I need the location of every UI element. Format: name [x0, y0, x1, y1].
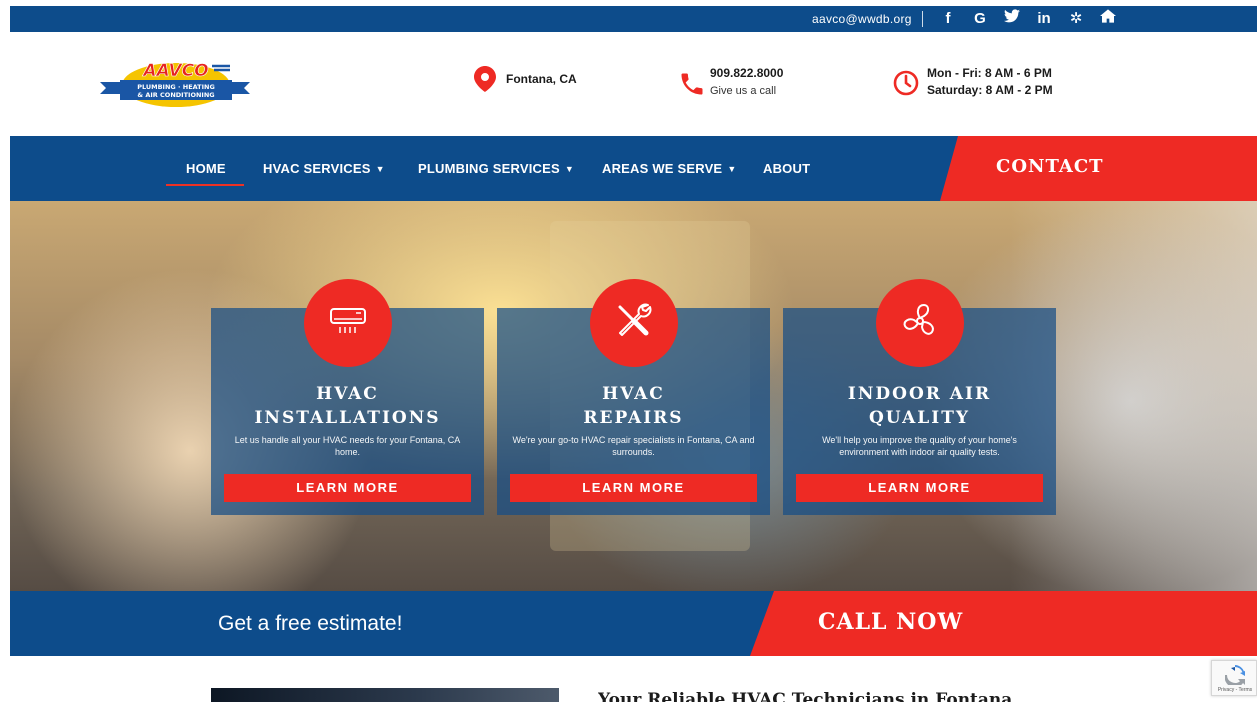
email-link[interactable]: aavco@wwdb.org — [812, 12, 912, 26]
chevron-down-icon: ▼ — [727, 164, 737, 174]
free-estimate-text: Get a free estimate! — [218, 612, 403, 635]
phone-icon — [678, 70, 706, 103]
nav-plumbing-label: PLUMBING SERVICES — [418, 161, 560, 176]
fan-icon — [900, 301, 940, 346]
home-icon[interactable] — [1092, 9, 1124, 29]
section-heading: Your Reliable HVAC Technicians in Fontan… — [598, 690, 1013, 702]
service-card-hvac-repairs: HVAC REPAIRS We're your go-to HVAC repair… — [497, 279, 770, 515]
chevron-down-icon: ▼ — [564, 164, 574, 174]
learn-more-button[interactable]: LEARN MORE — [510, 474, 757, 502]
learn-more-button[interactable]: LEARN MORE — [224, 474, 471, 502]
nav-about[interactable]: ABOUT — [763, 161, 810, 176]
air-conditioner-icon — [328, 305, 368, 342]
google-icon[interactable]: G — [964, 9, 996, 29]
header-phone[interactable]: 909.822.8000 Give us a call — [678, 66, 783, 103]
card-title-line-2: REPAIRS — [583, 408, 684, 428]
card-title-line-1: HVAC — [602, 384, 665, 404]
recaptcha-badge[interactable]: Privacy - Terms — [1211, 660, 1257, 696]
card-description: We'll help you improve the quality of yo… — [822, 435, 1017, 457]
estimate-banner: Get a free estimate! CALL NOW — [10, 591, 1257, 656]
location-text: Fontana, CA — [506, 72, 577, 86]
header-location: Fontana, CA — [474, 66, 577, 97]
linkedin-icon[interactable]: in — [1028, 9, 1060, 29]
call-now-label: CALL NOW — [818, 609, 964, 635]
nav-plumbing-services[interactable]: PLUMBING SERVICES ▼ — [418, 161, 574, 176]
card-title: INDOOR AIR QUALITY — [783, 382, 1056, 430]
clock-icon — [893, 70, 919, 101]
contact-button[interactable]: CONTACT — [940, 136, 1257, 201]
card-description: Let us handle all your HVAC needs for yo… — [234, 435, 461, 457]
nav-home[interactable]: HOME — [186, 161, 226, 176]
logo-subtext-1: PLUMBING · HEATING — [137, 83, 215, 91]
learn-more-button[interactable]: LEARN MORE — [796, 474, 1043, 502]
nav-hvac-label: HVAC SERVICES — [263, 161, 371, 176]
phone-subtext: Give us a call — [710, 85, 777, 97]
card-title-line-1: INDOOR AIR — [847, 384, 992, 404]
nav-active-underline — [166, 184, 244, 186]
chevron-down-icon: ▼ — [375, 164, 385, 174]
recaptcha-icon — [1224, 665, 1246, 688]
service-icon-circle — [875, 279, 964, 367]
contact-label: CONTACT — [996, 156, 1104, 177]
card-title-line-2: QUALITY — [869, 408, 970, 428]
yelp-icon[interactable]: ✲ — [1060, 9, 1092, 29]
service-icon-circle — [589, 279, 678, 367]
card-title: HVAC INSTALLATIONS — [211, 382, 484, 430]
service-card-indoor-air-quality: INDOOR AIR QUALITY We'll help you improve… — [783, 279, 1056, 515]
company-logo[interactable]: AAVCO PLUMBING · HEATING & AIR CONDITION… — [100, 58, 250, 108]
nav-areas-label: AREAS WE SERVE — [602, 161, 723, 176]
hours-weekday: Mon - Fri: 8 AM - 6 PM — [927, 66, 1052, 80]
card-title-line-2: INSTALLATIONS — [254, 408, 441, 428]
social-links: f G in ✲ — [932, 9, 1124, 29]
nav-hvac-services[interactable]: HVAC SERVICES ▼ — [263, 161, 385, 176]
logo-text: AAVCO — [141, 61, 208, 81]
twitter-icon[interactable] — [996, 9, 1028, 29]
card-title: HVAC REPAIRS — [497, 382, 770, 430]
logo-subtext-2: & AIR CONDITIONING — [137, 91, 214, 99]
technician-image — [211, 688, 559, 702]
call-now-button[interactable]: CALL NOW — [750, 591, 1257, 656]
tools-icon — [612, 299, 656, 348]
card-description: We're your go-to HVAC repair specialists… — [512, 435, 755, 457]
hours-saturday: Saturday: 8 AM - 2 PM — [927, 83, 1053, 97]
top-bar-divider — [922, 11, 923, 27]
main-nav: HOME HVAC SERVICES ▼ PLUMBING SERVICES ▼ A… — [10, 136, 1257, 201]
nav-areas-we-serve[interactable]: AREAS WE SERVE ▼ — [602, 161, 736, 176]
map-pin-icon — [474, 66, 496, 97]
facebook-icon[interactable]: f — [932, 9, 964, 29]
service-card-hvac-installations: HVAC INSTALLATIONS Let us handle all your… — [211, 279, 484, 515]
service-icon-circle — [303, 279, 392, 367]
header-hours: Mon - Fri: 8 AM - 6 PM Saturday: 8 AM - … — [893, 66, 1053, 101]
recaptcha-label[interactable]: Privacy - Terms — [1214, 687, 1256, 693]
top-bar: aavco@wwdb.org f G in ✲ — [10, 6, 1257, 32]
card-title-line-1: HVAC — [316, 384, 379, 404]
phone-number[interactable]: 909.822.8000 — [710, 66, 783, 80]
